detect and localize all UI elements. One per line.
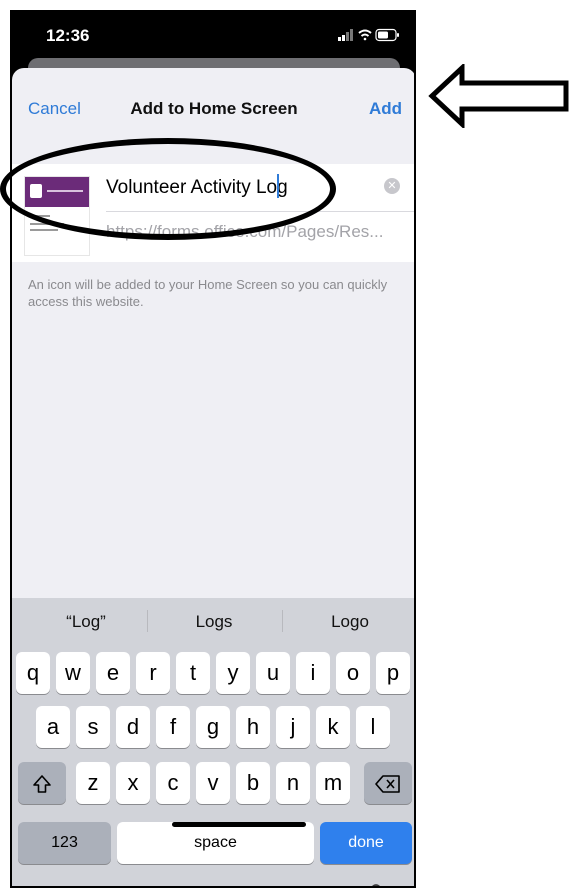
signal-icon <box>338 29 353 41</box>
key-r[interactable]: r <box>136 652 170 694</box>
key-p[interactable]: p <box>376 652 410 694</box>
battery-icon <box>375 28 399 42</box>
shift-icon <box>33 775 51 793</box>
key-e[interactable]: e <box>96 652 130 694</box>
key-x[interactable]: x <box>116 762 150 804</box>
backspace-icon <box>375 775 400 793</box>
annotation-circle <box>0 138 336 240</box>
key-s[interactable]: s <box>76 706 110 748</box>
emoji-icon <box>46 886 74 888</box>
shift-key[interactable] <box>18 762 66 804</box>
done-key[interactable]: done <box>320 822 412 864</box>
thumbnail-text-line <box>30 229 58 231</box>
home-indicator <box>172 822 306 827</box>
key-n[interactable]: n <box>276 762 310 804</box>
status-bar: 12:36 <box>12 12 414 62</box>
emoji-button[interactable] <box>46 886 74 888</box>
key-i[interactable]: i <box>296 652 330 694</box>
keyboard: “Log” Logs Logo qwertyuiop asdfghjkl zxcvb… <box>12 598 414 888</box>
nav-bar: Cancel Add to Home Screen Add <box>12 68 414 132</box>
key-m[interactable]: m <box>316 762 350 804</box>
key-q[interactable]: q <box>16 652 50 694</box>
key-l[interactable]: l <box>356 706 390 748</box>
key-o[interactable]: o <box>336 652 370 694</box>
key-f[interactable]: f <box>156 706 190 748</box>
key-z[interactable]: z <box>76 762 110 804</box>
dictation-button[interactable] <box>366 883 386 886</box>
key-v[interactable]: v <box>196 762 230 804</box>
key-k[interactable]: k <box>316 706 350 748</box>
suggestion-bar: “Log” Logs Logo <box>12 598 414 644</box>
key-t[interactable]: t <box>176 652 210 694</box>
key-j[interactable]: j <box>276 706 310 748</box>
key-c[interactable]: c <box>156 762 190 804</box>
suggestion-item[interactable]: Logo <box>290 612 410 632</box>
numbers-key[interactable]: 123 <box>18 822 111 864</box>
key-h[interactable]: h <box>236 706 270 748</box>
key-a[interactable]: a <box>36 706 70 748</box>
help-text: An icon will be added to your Home Scree… <box>28 277 388 309</box>
clear-text-icon[interactable]: ✕ <box>384 178 400 194</box>
annotation-arrow-icon <box>428 64 569 128</box>
space-key[interactable]: space <box>117 822 314 864</box>
page-title: Add to Home Screen <box>130 99 298 118</box>
key-d[interactable]: d <box>116 706 150 748</box>
add-button[interactable]: Add <box>369 99 402 119</box>
backspace-key[interactable] <box>364 762 412 804</box>
key-g[interactable]: g <box>196 706 230 748</box>
suggestion-item[interactable]: Logs <box>154 612 274 632</box>
suggestion-divider <box>282 610 283 632</box>
suggestion-divider <box>147 610 148 632</box>
status-icons <box>338 28 400 42</box>
microphone-icon <box>372 884 380 886</box>
key-w[interactable]: w <box>56 652 90 694</box>
key-u[interactable]: u <box>256 652 290 694</box>
key-b[interactable]: b <box>236 762 270 804</box>
wifi-icon <box>358 29 372 41</box>
status-time: 12:36 <box>46 26 90 45</box>
suggestion-item[interactable]: “Log” <box>26 612 146 632</box>
key-y[interactable]: y <box>216 652 250 694</box>
